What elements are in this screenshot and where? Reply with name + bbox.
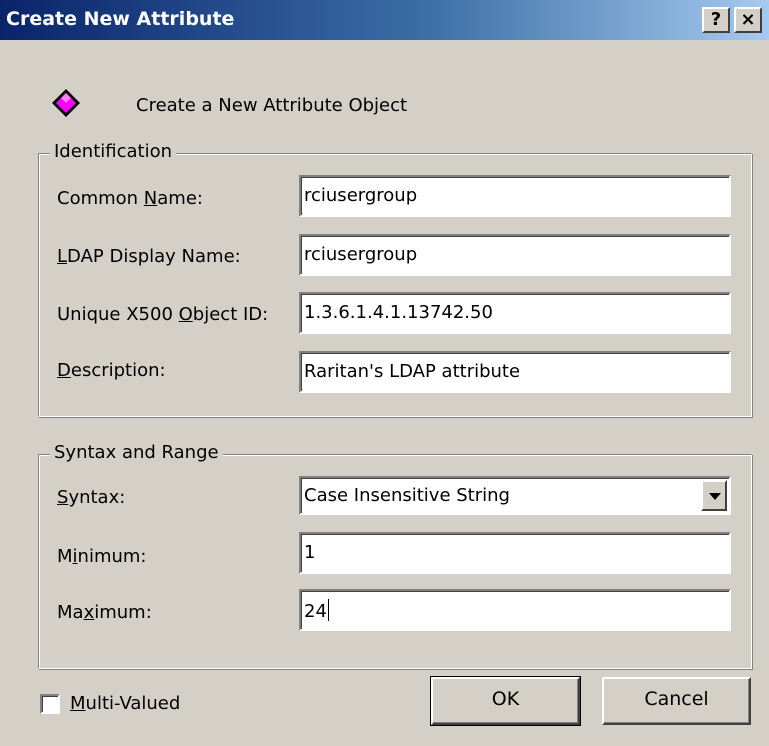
maximum-input[interactable]: 24 [299,589,731,631]
multi-valued-checkbox[interactable] [40,694,60,714]
title-bar: Create New Attribute ? × [0,0,769,40]
syntax-select[interactable]: Case Insensitive String [299,476,731,515]
text-cursor [327,599,329,621]
help-button[interactable]: ? [702,7,730,33]
maximum-value: 24 [304,601,327,622]
object-id-input[interactable]: 1.3.6.1.4.1.13742.50 [299,292,731,334]
identification-legend: Identification [50,141,177,162]
ldap-display-name-input[interactable]: rciusergroup [299,234,731,276]
cancel-button[interactable]: Cancel [602,677,751,725]
description-input[interactable]: Raritan's LDAP attribute [299,351,731,393]
minimum-input[interactable]: 1 [299,532,731,574]
common-name-label: Common Name: [57,188,203,209]
attribute-object-icon [52,89,80,117]
header-text: Create a New Attribute Object [136,95,408,116]
maximum-label: Maximum: [57,602,152,623]
ldap-display-name-label: LDAP Display Name: [57,246,241,267]
close-button[interactable]: × [734,7,762,33]
minimum-label: Minimum: [57,546,147,567]
description-label: Description: [57,360,166,381]
syntax-range-legend: Syntax and Range [50,442,223,463]
syntax-dropdown-button[interactable] [701,480,727,511]
chevron-down-icon [709,493,721,500]
ok-button[interactable]: OK [430,676,581,726]
object-id-label: Unique X500 Object ID: [57,304,269,325]
multi-valued-label[interactable]: Multi-Valued [70,693,180,714]
syntax-label: Syntax: [57,487,126,508]
syntax-selected-value: Case Insensitive String [304,485,510,506]
window-title: Create New Attribute [6,8,235,30]
common-name-input[interactable]: rciusergroup [299,175,731,217]
